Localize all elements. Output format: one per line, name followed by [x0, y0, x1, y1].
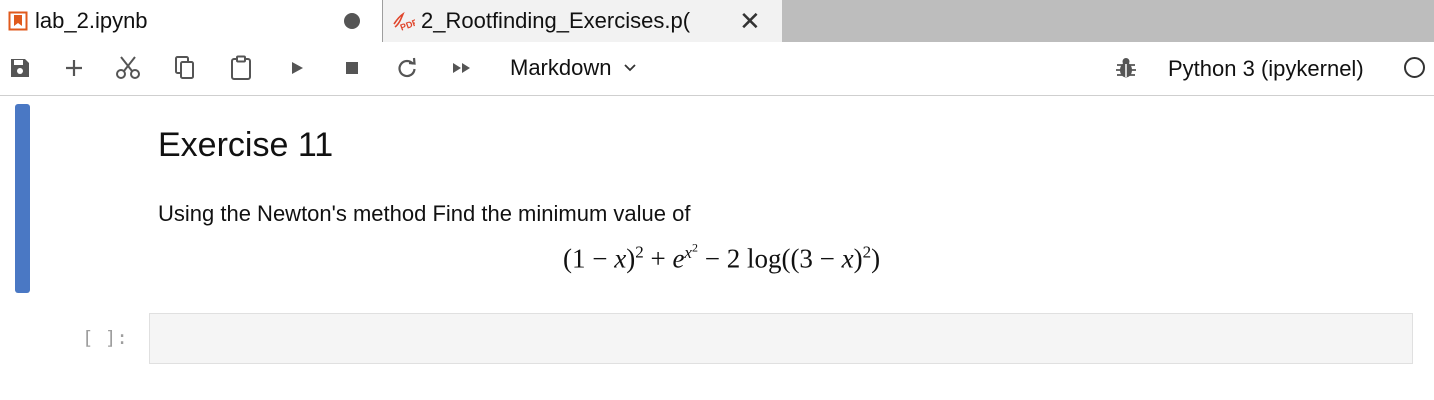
save-button[interactable] — [6, 54, 34, 82]
kernel-name[interactable]: Python 3 (ipykernel) — [1168, 56, 1364, 82]
math-equation: (1 − x)2 + ex2 − 2 log((3 − x)2) — [563, 240, 881, 274]
save-icon — [11, 59, 29, 77]
bug-icon — [1116, 58, 1136, 78]
notebook-icon — [8, 11, 28, 31]
cut-icon — [116, 56, 140, 79]
tab-rootfinding-pdf[interactable]: PDF 2_Rootfinding_Exercises.p( ✕ — [382, 0, 782, 42]
restart-icon — [398, 57, 416, 78]
code-cell-input[interactable] — [149, 313, 1413, 364]
interrupt-button[interactable] — [338, 54, 366, 82]
debugger-button[interactable] — [1112, 54, 1140, 82]
copy-button[interactable] — [171, 54, 199, 82]
tab-bar: lab_2.ipynb PDF 2_Rootfinding_Exercises.… — [0, 0, 1434, 42]
kernel-status-icon — [1404, 57, 1425, 78]
cut-button[interactable] — [114, 54, 142, 82]
paste-button[interactable] — [227, 54, 255, 82]
cell-collapser[interactable] — [15, 104, 30, 293]
copy-icon — [175, 56, 194, 79]
tab-lab-2-notebook[interactable]: lab_2.ipynb — [0, 0, 382, 42]
paste-icon — [231, 55, 251, 80]
exercise-description: Using the Newton's method Find the minim… — [158, 201, 691, 226]
insert-cell-button[interactable] — [60, 54, 88, 82]
run-all-icon — [453, 63, 470, 73]
run-all-button[interactable] — [448, 54, 476, 82]
exercise-heading: Exercise 11 — [158, 126, 334, 164]
notebook-toolbar: Markdown Python 3 (ipykernel) — [0, 42, 1434, 96]
restart-kernel-button[interactable] — [393, 54, 421, 82]
run-button[interactable] — [283, 54, 311, 82]
input-prompt: [ ]: — [82, 327, 128, 349]
stop-icon — [346, 62, 358, 74]
add-cell-icon — [66, 60, 82, 76]
pdf-icon: PDF — [391, 10, 415, 32]
unsaved-indicator-icon[interactable] — [344, 13, 360, 29]
cell-type-dropdown[interactable]: Markdown — [510, 55, 637, 81]
close-icon[interactable]: ✕ — [739, 6, 761, 36]
chevron-down-icon — [624, 64, 637, 72]
tab-label: 2_Rootfinding_Exercises.p( — [421, 8, 691, 33]
run-icon — [292, 62, 303, 74]
cell-type-label: Markdown — [510, 55, 612, 80]
tab-label: lab_2.ipynb — [35, 8, 148, 33]
